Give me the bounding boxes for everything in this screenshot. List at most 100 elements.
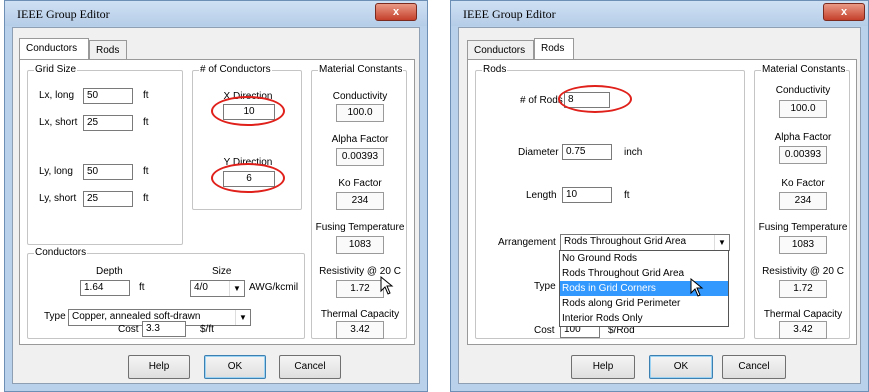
alpha-factor-value: 0.00393 [336,148,384,166]
size-label: Size [212,266,232,277]
right-client-area: Conductors Rods Rods # of Rods 8 Diamete… [458,27,861,384]
left-client-area: Conductors Rods Grid Size Lx, long 50 ft… [12,27,420,384]
right-fusing-temperature-label: Fusing Temperature [758,222,848,233]
right-alpha-factor-label: Alpha Factor [774,132,832,143]
num-conductors-label: # of Conductors [199,64,272,75]
lx-short-unit: ft [143,117,149,128]
right-conductivity-label: Conductivity [775,85,831,96]
left-tab-conductors[interactable]: Conductors [19,38,89,59]
right-tab-rods[interactable]: Rods [534,38,574,59]
num-rods-highlight [558,85,632,113]
right-ko-factor-value: 234 [779,192,827,210]
right-material-constants-label: Material Constants [761,64,847,75]
depth-label: Depth [96,266,123,277]
lx-short-label: Lx, short [39,117,78,128]
grid-size-group: Grid Size Lx, long 50 ft Lx, short 25 ft… [27,64,183,245]
conductors-group-label: Conductors [34,247,88,258]
y-direction-highlight [211,163,285,193]
right-dialog-window: IEEE Group Editor x Conductors Rods Rods… [450,0,869,392]
left-tab-rods[interactable]: Rods [89,40,127,59]
ly-long-unit: ft [143,166,149,177]
help-button[interactable]: Help [128,355,190,379]
rod-cost-label: Cost [534,325,555,336]
right-tab-conductors[interactable]: Conductors [467,40,534,59]
size-combo[interactable]: 4/0 ▼ [190,280,245,297]
arrangement-combo[interactable]: Rods Throughout Grid Area ▼ [560,234,730,251]
thermal-capacity-label: Thermal Capacity [320,309,400,320]
material-constants-label: Material Constants [318,64,404,75]
length-unit: ft [624,190,630,201]
rods-group-label: Rods [482,64,508,75]
left-title-bar: IEEE Group Editor x [5,1,427,26]
right-cancel-button[interactable]: Cancel [722,355,786,379]
right-ko-factor-label: Ko Factor [781,178,825,189]
left-close-button[interactable]: x [375,3,417,21]
ly-short-label: Ly, short [39,193,77,204]
fusing-temperature-value: 1083 [336,236,384,254]
right-thermal-capacity-value: 3.42 [779,321,827,339]
depth-input[interactable]: 1.64 [80,280,130,296]
cost-label: Cost [118,324,139,335]
right-window-title: IEEE Group Editor [463,7,556,21]
thermal-capacity-value: 3.42 [336,321,384,339]
chevron-down-icon[interactable]: ▼ [235,310,250,325]
lx-long-input[interactable]: 50 [83,88,133,104]
lx-short-input[interactable]: 25 [83,115,133,131]
conductivity-label: Conductivity [332,91,388,102]
conductivity-value: 100.0 [336,104,384,122]
right-fusing-temperature-value: 1083 [779,236,827,254]
left-window-title: IEEE Group Editor [17,7,110,21]
left-dialog-window: IEEE Group Editor x Conductors Rods Grid… [4,0,428,392]
right-resistivity-label: Resistivity @ 20 C [762,266,844,277]
cancel-button[interactable]: Cancel [279,355,341,379]
length-label: Length [526,190,557,201]
mouse-cursor-icon [380,276,394,295]
rod-type-label: Type [534,281,556,292]
lx-long-unit: ft [143,90,149,101]
arrangement-option[interactable]: No Ground Rods [560,251,728,266]
ly-long-input[interactable]: 50 [83,164,133,180]
ko-factor-value: 234 [336,192,384,210]
num-rods-label: # of Rods [520,95,563,106]
grid-size-label: Grid Size [34,64,78,75]
material-constants-group: Material Constants Conductivity 100.0 Al… [311,64,407,339]
left-tab-panel: Grid Size Lx, long 50 ft Lx, short 25 ft… [19,59,415,345]
ly-short-unit: ft [143,193,149,204]
alpha-factor-label: Alpha Factor [331,134,389,145]
lx-long-label: Lx, long [39,90,75,101]
diameter-input[interactable]: 0.75 [562,144,612,160]
arrangement-option[interactable]: Interior Rods Only [560,311,728,326]
right-resistivity-value: 1.72 [779,280,827,298]
x-direction-highlight [211,96,285,126]
arrangement-label: Arrangement [498,237,556,248]
type-label: Type [44,311,66,322]
chevron-down-icon[interactable]: ▼ [229,281,244,296]
cost-input[interactable]: 3.3 [142,321,186,337]
mouse-cursor-icon [690,278,704,297]
ly-long-label: Ly, long [39,166,73,177]
diameter-unit: inch [624,147,643,158]
ly-short-input[interactable]: 25 [83,191,133,207]
ko-factor-label: Ko Factor [338,178,382,189]
resistivity-value: 1.72 [336,280,384,298]
diameter-label: Diameter [518,147,559,158]
right-thermal-capacity-label: Thermal Capacity [763,309,843,320]
right-help-button[interactable]: Help [571,355,635,379]
cost-unit: $/ft [200,324,214,335]
arrangement-combo-value: Rods Throughout Grid Area [564,236,687,247]
length-input[interactable]: 10 [562,187,612,203]
right-material-constants-group: Material Constants Conductivity 100.0 Al… [754,64,850,339]
ok-button[interactable]: OK [204,355,266,379]
fusing-temperature-label: Fusing Temperature [315,222,405,233]
arrangement-option[interactable]: Rods along Grid Perimeter [560,296,728,311]
size-combo-value: 4/0 [194,282,208,293]
chevron-down-icon[interactable]: ▼ [714,235,729,250]
right-close-button[interactable]: x [823,3,865,21]
depth-unit: ft [139,282,145,293]
right-conductivity-value: 100.0 [779,100,827,118]
size-unit: AWG/kcmil [249,282,299,293]
right-tab-panel: Rods # of Rods 8 Diameter 0.75 inch Leng… [467,59,857,345]
right-title-bar: IEEE Group Editor x [451,1,868,26]
num-conductors-group: # of Conductors X Direction 10 Y Directi… [192,64,302,210]
right-ok-button[interactable]: OK [649,355,713,379]
